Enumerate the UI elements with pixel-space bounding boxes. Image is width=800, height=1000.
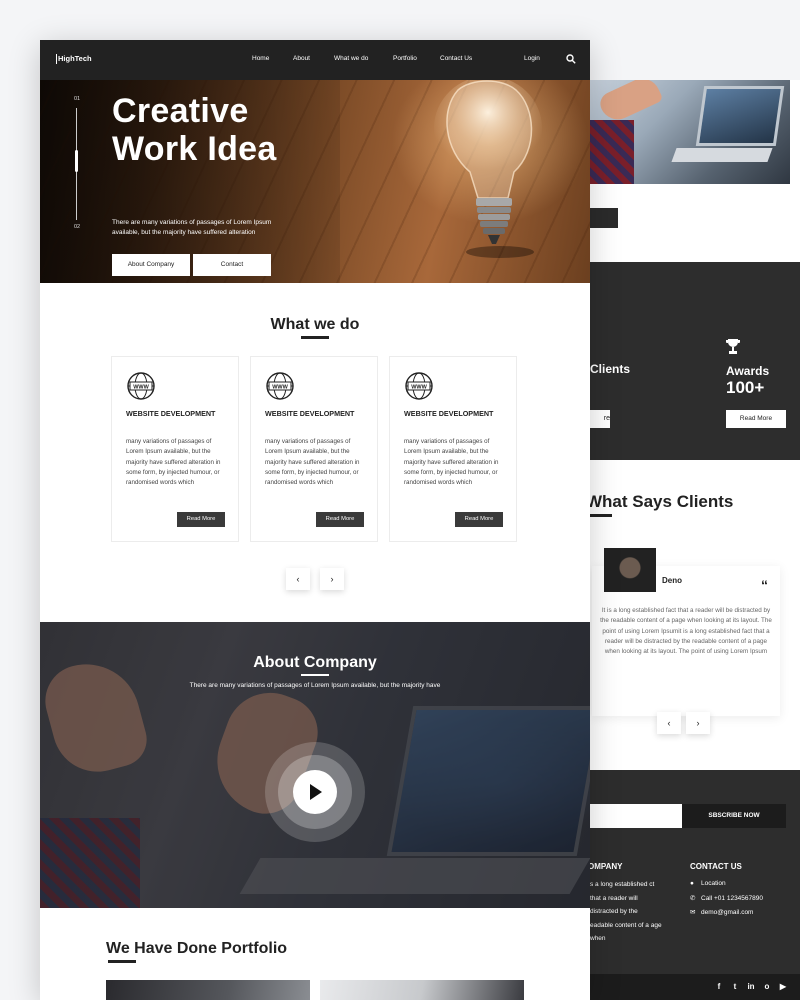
- svg-text:WWW: WWW: [133, 385, 149, 391]
- testimonial-next-button[interactable]: ›: [686, 712, 710, 734]
- nav-contact-us[interactable]: Contact Us: [440, 55, 472, 62]
- main-page-preview: HighTech Home About What we do Portfolio…: [40, 40, 590, 1000]
- youtube-icon[interactable]: ▶: [778, 982, 788, 992]
- what-we-do-underline: [301, 336, 329, 339]
- slide-start-number: 01: [74, 96, 81, 102]
- service-read-more-button[interactable]: Read More: [177, 512, 225, 527]
- about-company-button[interactable]: About Company: [112, 254, 190, 276]
- svg-text:WWW: WWW: [411, 385, 427, 391]
- logo[interactable]: HighTech: [56, 54, 92, 64]
- hero-banner: 01 02 Creative Work Idea There are many …: [40, 80, 590, 283]
- service-card: WWW WEBSITE DEVELOPMENT many variations …: [250, 356, 378, 542]
- nav-about[interactable]: About: [293, 55, 310, 62]
- subscribe-email-input[interactable]: [590, 804, 682, 828]
- avatar: [604, 548, 656, 592]
- clients-stat-label: Clients: [590, 362, 631, 376]
- phone-icon: ✆: [690, 895, 696, 902]
- hero-title-line1: Creative: [112, 92, 249, 130]
- nav-login[interactable]: Login: [524, 55, 540, 62]
- instagram-icon[interactable]: o: [762, 982, 772, 992]
- globe-www-icon: WWW: [266, 372, 294, 400]
- service-description: many variations of passages of Lorem Ips…: [126, 438, 221, 487]
- play-button[interactable]: [293, 770, 337, 814]
- stats-section: Clients re Awards 100+ Read More: [590, 262, 800, 460]
- testimonial-text: It is a long established fact that a rea…: [600, 607, 772, 656]
- testimonials-underline: [590, 514, 612, 517]
- services-prev-button[interactable]: ‹: [286, 568, 310, 590]
- footer-contact-title: CONTACT US: [690, 862, 742, 871]
- service-description: many variations of passages of Lorem Ips…: [404, 438, 499, 487]
- service-card: WWW WEBSITE DEVELOPMENT many variations …: [111, 356, 239, 542]
- service-title: WEBSITE DEVELOPMENT: [265, 409, 355, 418]
- footer-phone: ✆ Call +01 1234567890: [690, 894, 763, 902]
- footer-company-text: s a long established ct that a reader wi…: [590, 881, 662, 943]
- about-company-section: About Company There are many variations …: [40, 622, 590, 908]
- contact-button[interactable]: Contact: [193, 254, 271, 276]
- footer: SBSCRIBE NOW OMPANY s a long established…: [588, 770, 800, 1000]
- services-next-button[interactable]: ›: [320, 568, 344, 590]
- hero-subtitle: There are many variations of passages of…: [112, 219, 272, 236]
- about-company-underline: [301, 674, 329, 676]
- service-description: many variations of passages of Lorem Ips…: [265, 438, 360, 487]
- globe-www-icon: WWW: [127, 372, 155, 400]
- nav-portfolio[interactable]: Portfolio: [393, 55, 417, 62]
- about-company-title: About Company: [253, 654, 377, 671]
- what-we-do-title: What we do: [270, 316, 360, 333]
- hero-title: Creative Work Idea: [112, 92, 277, 168]
- service-card: WWW WEBSITE DEVELOPMENT many variations …: [389, 356, 517, 542]
- service-read-more-button[interactable]: Read More: [316, 512, 364, 527]
- slide-progress-handle[interactable]: [75, 150, 78, 172]
- testimonials-title: What Says Clients: [586, 492, 734, 511]
- location-pin-icon: ●: [690, 880, 694, 887]
- portfolio-underline: [108, 960, 136, 963]
- trophy-icon: [726, 339, 740, 354]
- globe-www-icon: WWW: [405, 372, 433, 400]
- about-read-more-button[interactable]: [590, 208, 618, 228]
- awards-read-more-button[interactable]: Read More: [726, 410, 786, 428]
- svg-text:WWW: WWW: [272, 385, 288, 391]
- footer-phone-text: Call +01 1234567890: [701, 895, 763, 902]
- nav-home[interactable]: Home: [252, 55, 269, 62]
- nav-what-we-do[interactable]: What we do: [334, 55, 368, 62]
- testimonial-prev-button[interactable]: ‹: [657, 712, 681, 734]
- footer-location: ● Location: [690, 880, 726, 887]
- portfolio-title: We Have Done Portfolio: [106, 940, 288, 957]
- twitter-icon[interactable]: t: [730, 982, 740, 992]
- linkedin-icon[interactable]: in: [746, 982, 756, 992]
- footer-company-title: OMPANY: [588, 862, 623, 871]
- video-play-control: [265, 742, 365, 842]
- footer-email-text: demo@gmail.com: [701, 909, 754, 916]
- awards-stat-value: 100+: [726, 378, 765, 397]
- play-icon: [310, 784, 322, 800]
- footer-bottom-bar: f t in o ▶: [590, 974, 800, 1000]
- slide-end-number: 02: [74, 224, 81, 230]
- awards-stat-label: Awards: [726, 364, 770, 378]
- search-icon[interactable]: [566, 54, 576, 64]
- footer-location-text: Location: [701, 880, 726, 887]
- light-bulb-image: [434, 80, 542, 258]
- testimonial-card: Deno “ It is a long established fact tha…: [592, 548, 780, 716]
- hero-title-line2: Work Idea: [112, 130, 277, 168]
- top-navbar: HighTech Home About What we do Portfolio…: [40, 40, 590, 80]
- service-read-more-button[interactable]: Read More: [455, 512, 503, 527]
- footer-email: ✉ demo@gmail.com: [690, 908, 753, 916]
- meeting-photo: [590, 80, 790, 184]
- quote-icon: “: [761, 577, 768, 593]
- service-title: WEBSITE DEVELOPMENT: [126, 409, 216, 418]
- portfolio-thumbnail[interactable]: [320, 980, 524, 1000]
- subscribe-button[interactable]: SBSCRIBE NOW: [682, 804, 786, 828]
- clients-read-more-button[interactable]: re: [590, 410, 610, 428]
- envelope-icon: ✉: [690, 909, 696, 916]
- about-company-subtitle: There are many variations of passages of…: [189, 682, 441, 689]
- testimonial-author: Deno: [662, 576, 682, 585]
- portfolio-thumbnail[interactable]: [106, 980, 310, 1000]
- service-title: WEBSITE DEVELOPMENT: [404, 409, 494, 418]
- facebook-icon[interactable]: f: [714, 982, 724, 992]
